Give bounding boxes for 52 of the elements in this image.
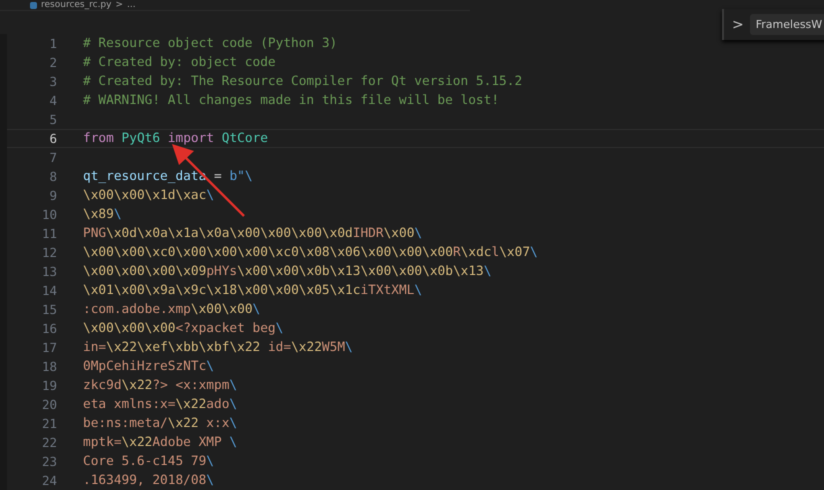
code-comment: # WARNING! All changes made in this file will be lost! (83, 93, 500, 108)
line-number: 19 (40, 378, 57, 393)
code-line: zkc9d\x22?> <x:xmpm\ (83, 378, 238, 393)
code-line: be:ns:meta/\x22 x:x\ (83, 416, 238, 431)
code-line: \x00\x00\x00<?xpacket beg\ (83, 321, 284, 336)
line-number: 12 (40, 245, 57, 260)
code-line: :com.adobe.xmp\x00\x00\ (83, 302, 260, 317)
line-number: 23 (40, 454, 57, 469)
line-number: 17 (40, 340, 57, 355)
line-number: 10 (40, 207, 57, 222)
code-line: \x89\ (83, 207, 122, 222)
code-line: mptk=\x22Adobe XMP \ (83, 435, 238, 450)
sticky-scroll-item[interactable]: FramelessW (750, 14, 824, 35)
line-number: 20 (40, 397, 57, 412)
code-line: .163499, 2018/08\ (83, 473, 214, 488)
line-number: 7 (48, 150, 57, 165)
code-line: Core 5.6-c145 79\ (83, 454, 214, 469)
code-comment: # Created by: object code (83, 55, 276, 70)
code-line: eta xmlns:x=\x22ado\ (83, 397, 238, 412)
chevron-icon[interactable]: > (732, 16, 744, 32)
line-number: 5 (48, 112, 57, 127)
line-number: 15 (40, 302, 57, 317)
line-number: 9 (48, 188, 57, 203)
code-line: from PyQt6 import QtCore (83, 131, 268, 146)
line-number: 4 (48, 93, 57, 108)
breadcrumb-item[interactable]: resources_rc.py (41, 0, 112, 10)
breadcrumb-item[interactable]: ... (127, 0, 136, 10)
code-line: \x00\x00\xc0\x00\x00\x00\xc0\x08\x06\x00\x00\x00R\xdcl\x07\ (83, 245, 538, 260)
line-number: 18 (40, 359, 57, 374)
line-number: 13 (40, 264, 57, 279)
code-comment: # Resource object code (Python 3) (83, 36, 338, 51)
line-number: 16 (40, 321, 57, 336)
python-file-icon (30, 2, 37, 8)
line-number: 2 (48, 55, 57, 70)
line-number: 24 (40, 473, 57, 488)
line-number: 22 (40, 435, 57, 450)
code-line: \x00\x00\x00\x09pHYs\x00\x00\x0b\x13\x00\x00\x0b\x13\ (83, 264, 492, 279)
line-number: 1 (48, 36, 57, 51)
code-line: in=\x22\xef\xbb\xbf\x22 id=\x22W5M\ (83, 340, 353, 355)
line-number: 21 (40, 416, 57, 431)
code-comment: # Created by: The Resource Compiler for Qt version 5.15.2 (83, 74, 522, 89)
code-line: qt_resource_data = b"\ (83, 169, 253, 184)
breadcrumb-separator: > (115, 0, 124, 10)
code-line: 0MpCehiHzreSzNTc\ (83, 359, 214, 374)
line-number: 14 (40, 283, 57, 298)
line-number: 11 (40, 226, 57, 241)
code-line: \x00\x00\x1d\xac\ (83, 188, 214, 203)
line-number: 6 (48, 131, 57, 146)
line-number: 8 (48, 169, 57, 184)
code-line: \x01\x00\x9a\x9c\x18\x00\x00\x05\x1ciTXtXML\ (83, 283, 422, 298)
code-line: PNG\x0d\x0a\x1a\x0a\x00\x00\x00\x0dIHDR\x00\ (83, 226, 422, 241)
line-number: 3 (48, 74, 57, 89)
